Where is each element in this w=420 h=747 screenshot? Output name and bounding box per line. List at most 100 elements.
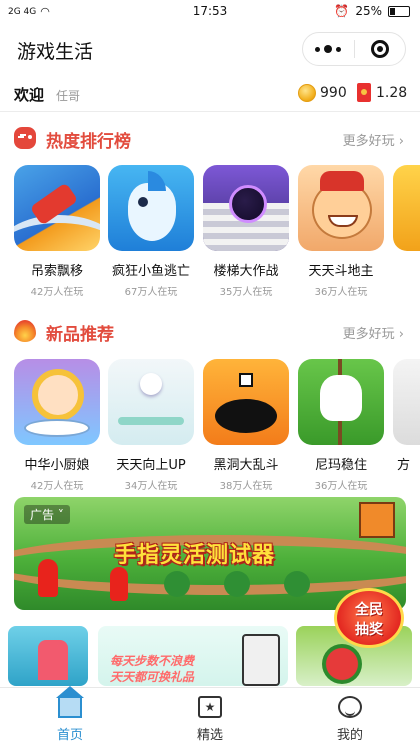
chevron-right-icon: › [398,134,404,149]
dot-icon [336,46,342,52]
game-thumbnail-peek[interactable] [393,165,420,251]
ad-headline: 手指灵活测试器 [114,543,276,568]
username: 任哥 [56,89,81,103]
game-card[interactable]: 尼玛稳住 36万人在玩 [298,359,384,492]
promo-line-1: 每天步数不浪费 [110,654,195,668]
game-thumbnail[interactable] [14,165,100,251]
game-name: 天天向上UP [116,458,186,473]
divider [0,111,420,112]
star-icon [198,696,222,718]
game-card[interactable]: 天天向上UP 34万人在玩 [108,359,194,492]
game-thumbnail[interactable] [203,165,289,251]
tab-bar: 首页 精选 我的 [0,686,420,747]
alarm-icon: ⏰ [334,4,350,18]
game-thumbnail[interactable] [108,359,194,445]
app-header: 游戏生活 [0,24,420,76]
character-decoration [38,640,68,680]
badge-line-2: 抽奖 [355,622,383,638]
gamepad-icon [14,127,36,149]
game-card[interactable]: 疯狂小鱼逃亡 67万人在玩 [108,165,194,298]
hot-section-title: 热度排行榜 [46,132,131,152]
game-thumbnail[interactable] [298,165,384,251]
hot-more-link[interactable]: 更多好玩 › [343,130,404,149]
coin-icon[interactable] [298,84,316,102]
tab-label: 首页 [56,728,83,743]
ad-tag-label: 广告 [30,508,55,522]
battery-icon [388,5,410,17]
status-right: ⏰ 25% [334,4,410,18]
lottery-badge[interactable]: 全民 抽奖 [334,588,404,648]
chevron-right-icon: › [398,327,404,342]
new-games-row: 中华小厨娘 42万人在玩 天天向上UP 34万人在玩 黑洞大乱斗 38万人在玩 … [0,359,420,499]
game-players: 38万人在玩 [219,481,273,492]
game-thumbnail[interactable] [108,165,194,251]
game-players: 67万人在玩 [124,287,178,298]
game-players: 36万人在玩 [314,481,368,492]
hot-section-header: 热度排行榜 更多好玩 › [0,123,420,153]
game-players: 42万人在玩 [30,481,84,492]
more-label: 更多好玩 [342,134,395,149]
game-name: 天天斗地主 [308,264,374,279]
game-thumbnail[interactable] [14,359,100,445]
chevron-down-icon: ˅ [54,508,64,522]
game-thumbnail[interactable] [203,359,289,445]
dot-icon [315,46,321,52]
flame-icon [14,320,36,342]
new-section-header: 新品推荐 更多好玩 › [0,316,420,346]
ad-tag[interactable]: 广告 ˅ [24,505,70,524]
game-card[interactable]: 楼梯大作战 35万人在玩 [203,165,289,298]
watermelon-decoration [322,644,362,684]
game-name: 黑洞大乱斗 [213,458,279,473]
coin-balance[interactable]: 990 [320,85,347,101]
promo-card[interactable]: 每天步数不浪费 天天都可换礼品 [98,626,288,686]
tab-home[interactable]: 首页 [0,686,140,747]
red-packet-balance[interactable]: 1.28 [376,85,407,101]
battery-percent: 25% [355,4,382,18]
tab-label: 我的 [336,728,363,743]
hot-games-row: 吊索飘移 42万人在玩 疯狂小鱼逃亡 67万人在玩 楼梯大作战 35万人在玩 天… [0,165,420,305]
new-more-link[interactable]: 更多好玩 › [343,323,404,342]
more-label: 更多好玩 [342,327,395,342]
runner-figure [38,559,58,597]
tab-label: 精选 [196,728,223,743]
game-players: 35万人在玩 [219,287,273,298]
tab-featured[interactable]: 精选 [140,688,280,747]
game-name: 尼玛稳住 [314,458,367,473]
status-bar: 2G 4G ◠ 17:53 ⏰ 25% [0,0,420,24]
promo-line-2: 天天都可换礼品 [110,670,195,684]
game-players: 42万人在玩 [30,287,84,298]
page-title: 游戏生活 [17,41,94,63]
runner-figure [110,567,128,601]
dot-icon [324,45,333,53]
game-name: 疯狂小鱼逃亡 [111,264,190,279]
game-name: 楼梯大作战 [213,264,279,279]
game-card[interactable]: 黑洞大乱斗 38万人在玩 [203,359,289,492]
game-name-peek: 方 [397,458,411,473]
smiley-icon [338,696,362,718]
game-name: 吊索飘移 [30,264,83,279]
welcome-row: 欢迎 任哥 990 1.28 [0,78,420,108]
tree-decoration [284,571,310,597]
game-card[interactable]: 中华小厨娘 42万人在玩 [14,359,100,492]
new-section-title: 新品推荐 [46,325,114,345]
red-packet-icon[interactable] [357,83,371,102]
home-icon [56,686,84,718]
target-icon [370,40,389,58]
game-card[interactable]: 吊索飘移 42万人在玩 [14,165,100,298]
more-button[interactable] [303,32,354,66]
mini-program-capsule [302,32,406,66]
crate-decoration [359,502,395,538]
game-name: 中华小厨娘 [24,458,90,473]
game-thumbnail-peek[interactable] [393,359,420,445]
game-thumbnail[interactable] [298,359,384,445]
game-players: 34万人在玩 [124,481,178,492]
battery-fill [390,7,395,15]
game-players: 36万人在玩 [314,287,368,298]
phone-illustration [242,634,280,686]
promo-card[interactable] [8,626,88,686]
game-card[interactable]: 天天斗地主 36万人在玩 [298,165,384,298]
badge-line-1: 全民 [355,602,383,618]
welcome-greeting: 欢迎 [14,86,45,104]
close-button[interactable] [354,32,405,66]
tab-me[interactable]: 我的 [280,688,420,747]
